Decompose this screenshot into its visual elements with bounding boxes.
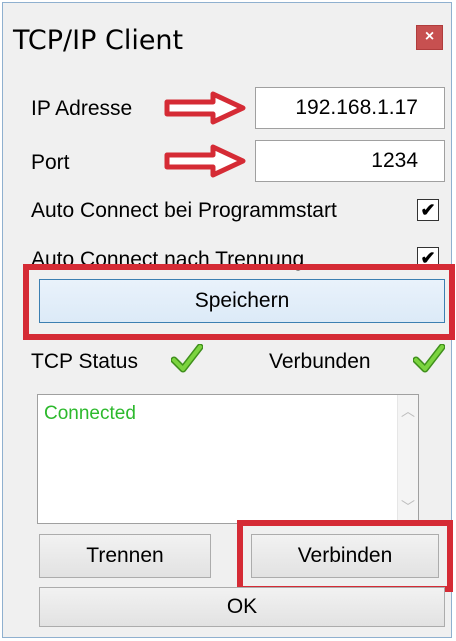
connection-status-label: Verbunden <box>269 350 371 373</box>
ip-address-label: IP Adresse <box>31 97 133 120</box>
auto-connect-disconnect-label: Auto Connect nach Trennung <box>31 248 305 271</box>
scroll-down-icon[interactable]: ﹀ <box>401 497 415 517</box>
auto-connect-start-label: Auto Connect bei Programmstart <box>31 199 337 222</box>
disconnect-button[interactable]: Trennen <box>39 534 211 578</box>
close-button[interactable]: × <box>416 25 443 50</box>
ok-button[interactable]: OK <box>39 587 445 627</box>
check-icon <box>171 344 203 373</box>
save-button[interactable]: Speichern <box>39 279 445 323</box>
check-icon <box>413 344 445 373</box>
tcp-ip-client-window: TCP/IP Client × IP Adresse 192.168.1.17 … <box>2 2 455 638</box>
log-textarea[interactable]: Connected ︿ ﹀ <box>37 394 419 524</box>
auto-connect-disconnect-checkbox[interactable]: ✔ <box>417 247 439 269</box>
tcp-status-label: TCP Status <box>31 350 138 373</box>
title-bar: TCP/IP Client × <box>3 3 451 61</box>
connect-button[interactable]: Verbinden <box>251 534 439 578</box>
log-text: Connected <box>44 403 136 424</box>
arrow-right-icon <box>164 144 246 178</box>
scroll-up-icon[interactable]: ︿ <box>401 401 415 421</box>
window-title: TCP/IP Client <box>13 25 184 56</box>
port-label: Port <box>31 151 70 174</box>
port-input[interactable]: 1234 <box>255 140 445 182</box>
log-scrollbar[interactable]: ︿ ﹀ <box>397 395 418 523</box>
ip-address-input[interactable]: 192.168.1.17 <box>255 87 445 129</box>
auto-connect-start-checkbox[interactable]: ✔ <box>417 199 439 221</box>
arrow-right-icon <box>164 91 246 125</box>
